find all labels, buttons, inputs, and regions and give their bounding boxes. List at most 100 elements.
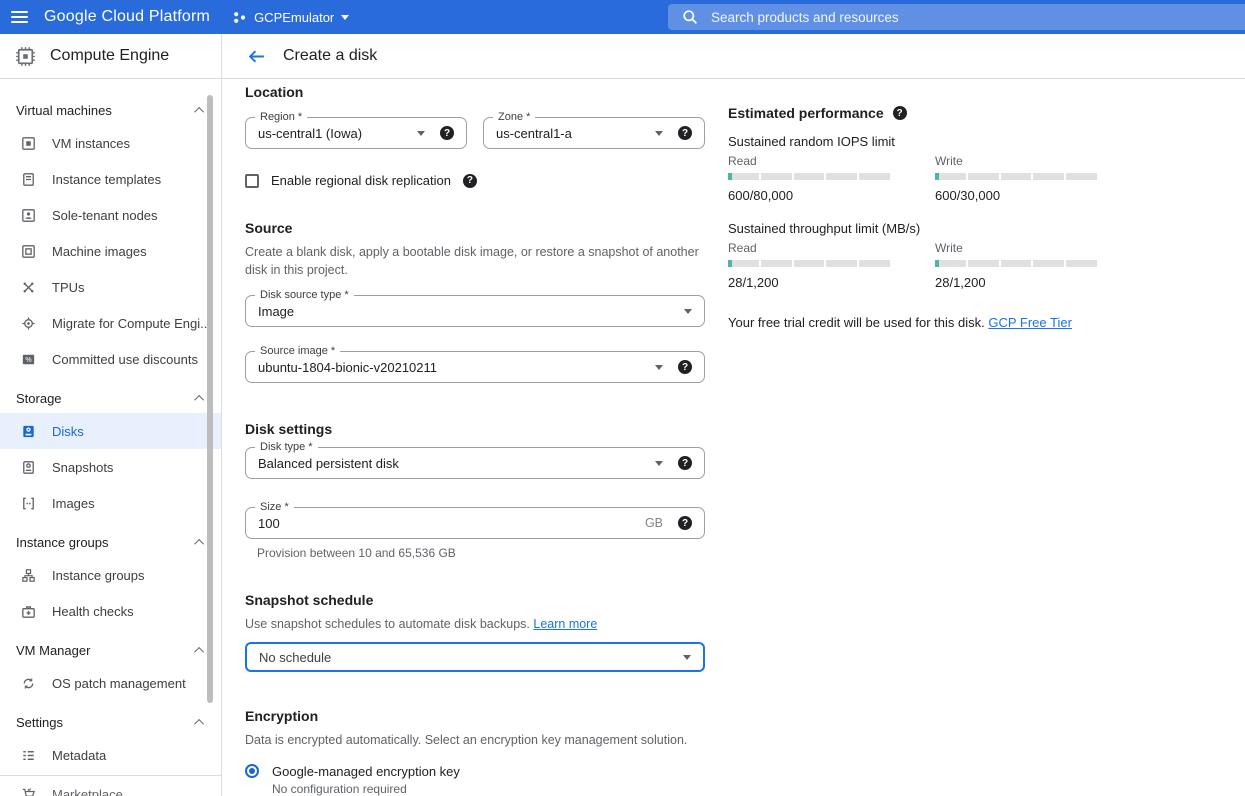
zone-help-icon[interactable] xyxy=(678,126,692,140)
tpus-icon xyxy=(19,278,37,296)
sidebar-item-tpus[interactable]: TPUs xyxy=(0,269,221,305)
dropdown-caret-icon xyxy=(417,131,425,136)
replication-help-icon[interactable] xyxy=(463,174,477,188)
throughput-write-label: Write xyxy=(935,241,1097,255)
sidebar-item-instance-templates[interactable]: Instance templates xyxy=(0,161,221,197)
gcp-free-tier-link[interactable]: GCP Free Tier xyxy=(988,315,1072,330)
encryption-option-google-managed[interactable]: Google-managed encryption key xyxy=(245,764,705,779)
iops-write-value: 600/30,000 xyxy=(935,188,1097,203)
marketplace-icon xyxy=(19,785,37,796)
disk-settings-section-title: Disk settings xyxy=(245,421,705,437)
os-patch-icon xyxy=(19,674,37,692)
search-input[interactable] xyxy=(711,10,1131,25)
encryption-section-title: Encryption xyxy=(245,708,705,724)
source-description: Create a blank disk, apply a bootable di… xyxy=(245,243,705,279)
sidebar-item-committed-use-discounts[interactable]: % Committed use discounts xyxy=(0,341,221,377)
snapshot-schedule-select[interactable]: No schedule xyxy=(245,642,705,672)
chevron-up-icon xyxy=(194,646,204,656)
compute-engine-icon xyxy=(13,44,38,69)
sidebar-item-disks[interactable]: Disks xyxy=(0,413,221,449)
dropdown-caret-icon xyxy=(684,309,692,314)
source-image-select[interactable]: Source image * ubuntu-1804-bionic-v20210… xyxy=(245,351,705,383)
project-icon xyxy=(232,10,247,25)
iops-limit-title: Sustained random IOPS limit xyxy=(728,134,1108,149)
encryption-description: Data is encrypted automatically. Select … xyxy=(245,731,705,749)
migrate-icon xyxy=(19,314,37,332)
chevron-down-icon xyxy=(341,15,349,20)
section-storage[interactable]: Storage xyxy=(0,383,221,413)
learn-more-link[interactable]: Learn more xyxy=(533,617,597,631)
section-vm-manager[interactable]: VM Manager xyxy=(0,635,221,665)
sidebar-item-metadata[interactable]: Metadata xyxy=(0,737,221,773)
discounts-icon: % xyxy=(19,350,37,368)
search-bar[interactable] xyxy=(668,4,1245,30)
sidebar-item-health-checks[interactable]: Health checks xyxy=(0,593,221,629)
dropdown-caret-icon xyxy=(683,655,691,660)
images-icon xyxy=(19,494,37,512)
sub-header: Compute Engine Create a disk xyxy=(0,34,1245,79)
machine-images-icon xyxy=(19,242,37,260)
sidebar-nav: Virtual machines VM instances Instance t… xyxy=(0,79,222,796)
dropdown-caret-icon xyxy=(655,461,663,466)
sidebar-item-images[interactable]: Images xyxy=(0,485,221,521)
disks-icon xyxy=(19,422,37,440)
iops-write-bar xyxy=(935,173,1097,180)
sidebar-item-sole-tenant-nodes[interactable]: Sole-tenant nodes xyxy=(0,197,221,233)
dropdown-caret-icon xyxy=(655,365,663,370)
size-input[interactable]: Size * 100 GB xyxy=(245,507,705,539)
menu-icon[interactable] xyxy=(0,11,38,23)
sidebar-item-vm-instances[interactable]: VM instances xyxy=(0,125,221,161)
region-select[interactable]: Region * us-central1 (Iowa) xyxy=(245,117,467,149)
iops-read-value: 600/80,000 xyxy=(728,188,890,203)
chevron-up-icon xyxy=(194,538,204,548)
sidebar-item-os-patch-management[interactable]: OS patch management xyxy=(0,665,221,701)
region-help-icon[interactable] xyxy=(440,126,454,140)
disk-source-type-select[interactable]: Disk source type * Image xyxy=(245,295,705,327)
instance-groups-icon xyxy=(19,566,37,584)
source-image-help-icon[interactable] xyxy=(678,360,692,374)
disk-type-select[interactable]: Disk type * Balanced persistent disk xyxy=(245,447,705,479)
section-instance-groups[interactable]: Instance groups xyxy=(0,527,221,557)
sidebar-item-machine-images[interactable]: Machine images xyxy=(0,233,221,269)
free-tier-note: Your free trial credit will be used for … xyxy=(728,315,1108,330)
instance-templates-icon xyxy=(19,170,37,188)
performance-title: Estimated performance xyxy=(728,105,884,121)
throughput-write-value: 28/1,200 xyxy=(935,275,1097,290)
sidebar-item-marketplace[interactable]: Marketplace xyxy=(0,776,221,796)
vm-instances-icon xyxy=(19,134,37,152)
dropdown-caret-icon xyxy=(655,131,663,136)
snapshot-schedule-description: Use snapshot schedules to automate disk … xyxy=(245,615,705,633)
throughput-write-bar xyxy=(935,260,1097,267)
replication-checkbox[interactable] xyxy=(245,174,259,188)
throughput-read-bar xyxy=(728,260,890,267)
page-title: Create a disk xyxy=(283,47,377,65)
size-help-icon[interactable] xyxy=(678,516,692,530)
section-settings[interactable]: Settings xyxy=(0,707,221,737)
estimated-performance-panel: Estimated performance Sustained random I… xyxy=(728,105,1108,330)
health-checks-icon xyxy=(19,602,37,620)
source-section-title: Source xyxy=(245,220,705,236)
chevron-up-icon xyxy=(194,106,204,116)
throughput-read-label: Read xyxy=(728,241,890,255)
throughput-limit-title: Sustained throughput limit (MB/s) xyxy=(728,221,1108,236)
radio-selected-icon[interactable] xyxy=(245,764,259,778)
search-icon xyxy=(682,9,698,25)
sidebar-item-instance-groups[interactable]: Instance groups xyxy=(0,557,221,593)
sidebar-item-migrate-for-compute-engine[interactable]: Migrate for Compute Engi... xyxy=(0,305,221,341)
sidebar-item-snapshots[interactable]: Snapshots xyxy=(0,449,221,485)
performance-help-icon[interactable] xyxy=(893,106,907,120)
product-home[interactable]: Compute Engine xyxy=(0,34,222,78)
svg-text:%: % xyxy=(25,355,32,363)
snapshot-schedule-section-title: Snapshot schedule xyxy=(245,592,705,608)
section-virtual-machines[interactable]: Virtual machines xyxy=(0,95,221,125)
iops-read-label: Read xyxy=(728,154,890,168)
chevron-up-icon xyxy=(194,718,204,728)
create-disk-form: Location Region * us-central1 (Iowa) Zon… xyxy=(245,84,705,796)
sidebar-scrollbar[interactable] xyxy=(207,95,213,703)
project-selector[interactable]: GCPEmulator xyxy=(232,10,349,25)
throughput-read-value: 28/1,200 xyxy=(728,275,890,290)
disk-type-help-icon[interactable] xyxy=(678,456,692,470)
gcp-logo[interactable]: Google Cloud Platform xyxy=(44,8,210,26)
back-button[interactable] xyxy=(247,47,266,66)
zone-select[interactable]: Zone * us-central1-a xyxy=(483,117,705,149)
